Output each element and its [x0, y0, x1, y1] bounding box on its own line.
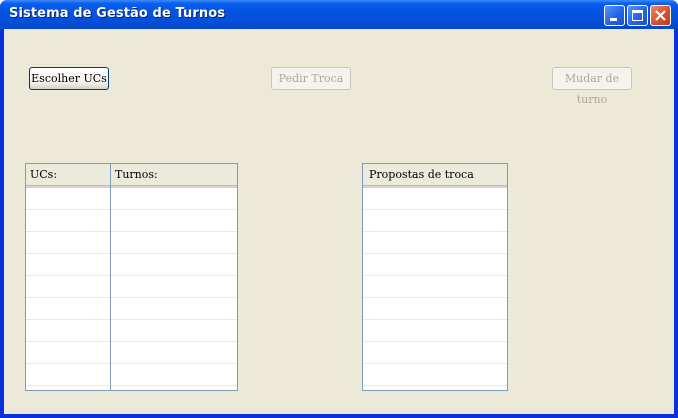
window-title: Sistema de Gestão de Turnos [9, 6, 226, 21]
title-bar[interactable]: Sistema de Gestão de Turnos [0, 0, 678, 29]
request-swap-button[interactable]: Pedir Troca [271, 67, 351, 90]
table-row[interactable] [26, 210, 237, 232]
table-row[interactable] [26, 298, 237, 320]
list-item[interactable] [363, 342, 507, 364]
list-item[interactable] [363, 210, 507, 232]
ucs-column-header[interactable]: UCs: [26, 164, 111, 186]
ucs-table[interactable]: UCs: Turnos: [25, 163, 238, 391]
table-row[interactable] [26, 276, 237, 298]
table-row[interactable] [26, 232, 237, 254]
close-icon [655, 10, 666, 21]
proposals-table[interactable]: Propostas de troca [362, 163, 508, 391]
table-row[interactable] [26, 254, 237, 276]
app-window: Sistema de Gestão de Turnos Escolher UCs… [0, 0, 678, 418]
maximize-button[interactable] [627, 5, 648, 26]
minimize-icon [610, 18, 617, 21]
list-item[interactable] [363, 320, 507, 342]
client-area: Escolher UCs Pedir Troca Mudar de turno … [4, 29, 674, 414]
choose-ucs-button[interactable]: Escolher UCs [29, 67, 109, 90]
list-item[interactable] [363, 254, 507, 276]
list-item[interactable] [363, 188, 507, 210]
turnos-column-header[interactable]: Turnos: [111, 164, 237, 186]
table-row[interactable] [26, 188, 237, 210]
list-item[interactable] [363, 232, 507, 254]
list-item[interactable] [363, 298, 507, 320]
table-row[interactable] [26, 320, 237, 342]
table-row[interactable] [26, 364, 237, 386]
column-divider [110, 164, 111, 390]
change-shift-button[interactable]: Mudar de turno [552, 67, 632, 106]
close-button[interactable] [650, 5, 671, 26]
list-item[interactable] [363, 276, 507, 298]
table-row[interactable] [26, 342, 237, 364]
proposals-column-header[interactable]: Propostas de troca [363, 164, 507, 186]
list-item[interactable] [363, 364, 507, 386]
maximize-icon [632, 10, 643, 21]
minimize-button[interactable] [604, 5, 625, 26]
